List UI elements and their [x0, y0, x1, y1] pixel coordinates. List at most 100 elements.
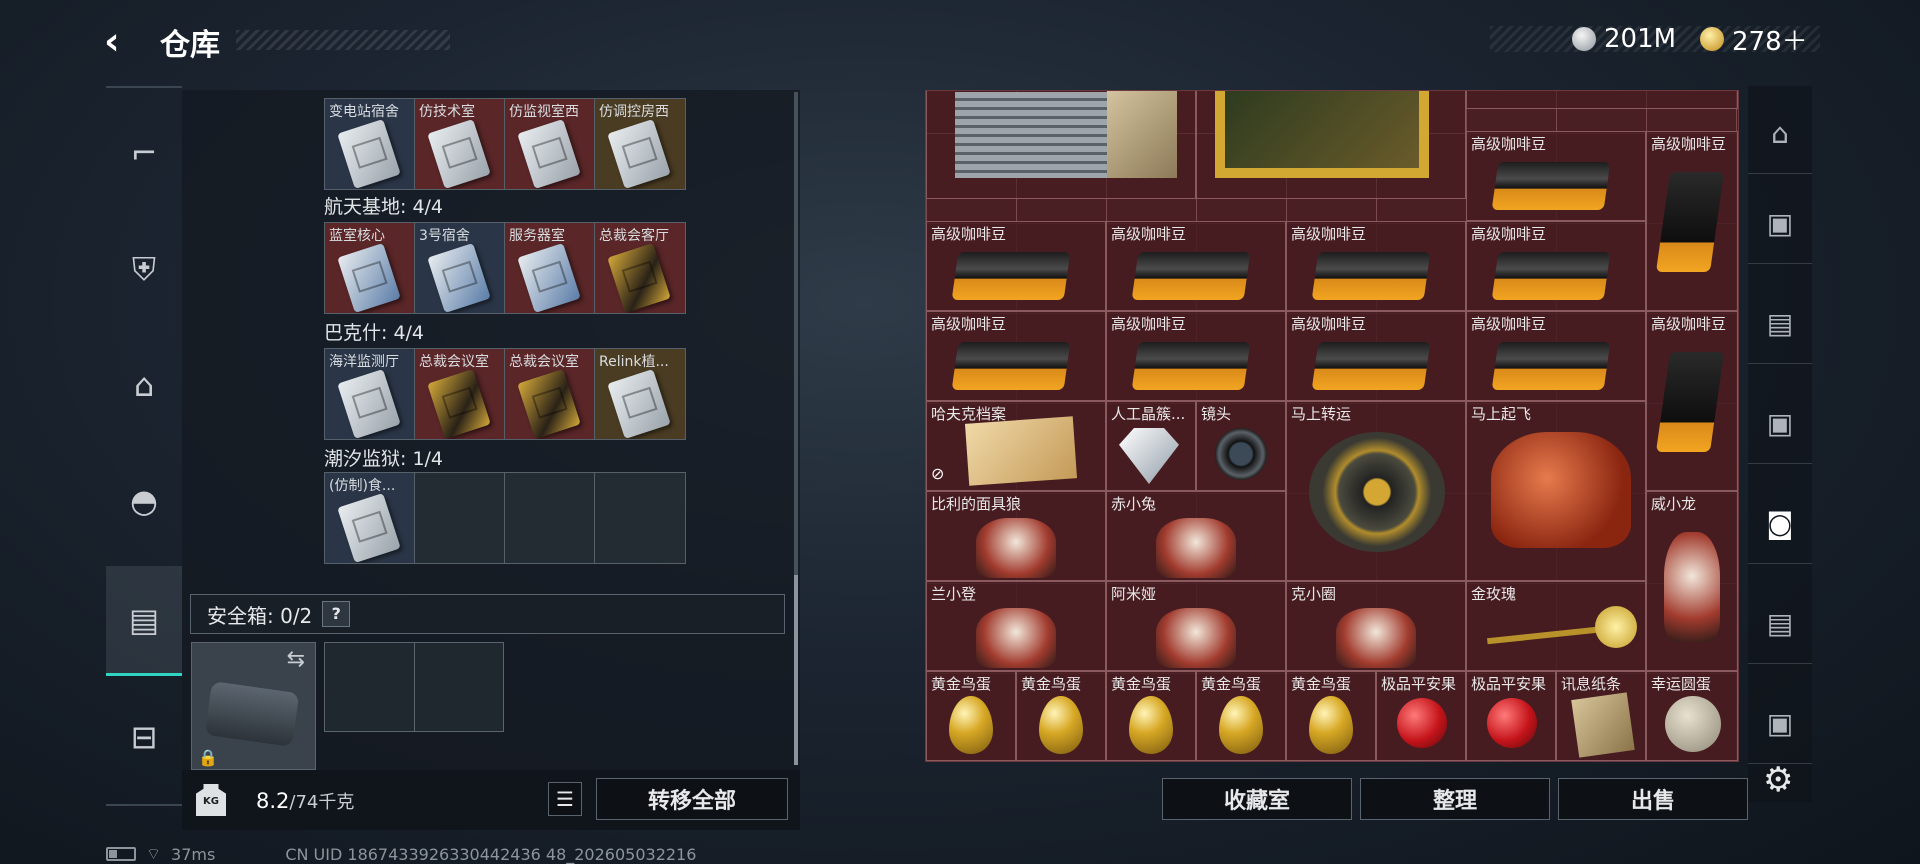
figurine-image: [1156, 608, 1236, 668]
stash-item[interactable]: 威小龙: [1646, 491, 1738, 671]
top-partial-item[interactable]: [1466, 91, 1738, 109]
stash-item[interactable]: 极品平安果: [1466, 671, 1556, 761]
stash-tab-6-icon[interactable]: ▣: [1748, 684, 1812, 764]
stash-item-label: 黄金鸟蛋: [1201, 675, 1262, 693]
settings-gear-icon[interactable]: ⚙: [1763, 760, 1793, 800]
stash-item[interactable]: 马上起飞: [1466, 401, 1646, 581]
stash-item[interactable]: 高级咖啡豆: [1466, 131, 1646, 221]
back-arrow-icon[interactable]: ‹: [104, 22, 120, 60]
stash-item-label: 比利的面具狼: [931, 495, 1022, 513]
nav-helmet[interactable]: ◓: [106, 446, 182, 556]
stash-item[interactable]: 兰小登: [926, 581, 1106, 671]
currency-silver[interactable]: 201M: [1572, 24, 1676, 54]
nav-weapon[interactable]: ⌐: [106, 98, 182, 208]
stash-item[interactable]: 幸运圆蛋: [1646, 671, 1738, 761]
key-card[interactable]: Relink植...: [595, 349, 685, 439]
collection-button[interactable]: 收藏室: [1162, 778, 1352, 820]
stash-item[interactable]: 高级咖啡豆: [1286, 311, 1466, 401]
stash-item-label: 马上转运: [1291, 405, 1352, 423]
safebox-empty-slots[interactable]: [324, 642, 504, 732]
left-scrollbar-thumb[interactable]: [794, 575, 798, 765]
key-card[interactable]: 服务器室: [505, 223, 595, 313]
painting-item[interactable]: [1196, 91, 1466, 199]
swap-icon[interactable]: ⇆: [287, 647, 305, 672]
key-card[interactable]: 仿调控房西: [595, 99, 685, 189]
toolbox-icon: ⊟: [130, 718, 158, 756]
key-card[interactable]: [415, 473, 505, 563]
stash-item[interactable]: 黄金鸟蛋: [1016, 671, 1106, 761]
key-card-label: 蓝室核心: [329, 228, 385, 244]
stash-tab-1-icon[interactable]: ▣: [1748, 184, 1812, 264]
stash-item[interactable]: 高级咖啡豆: [1466, 221, 1646, 311]
weight-readout: 8.2/74千克: [256, 788, 354, 814]
apple-image: [1397, 698, 1447, 748]
stash-item[interactable]: 马上转运: [1286, 401, 1466, 581]
stash-tab-4-icon[interactable]: ◙: [1748, 484, 1812, 564]
stash-tab-2-icon[interactable]: ▤: [1748, 284, 1812, 364]
key-card[interactable]: 蓝室核心: [325, 223, 415, 313]
stash-tab-5-icon[interactable]: ▤: [1748, 584, 1812, 664]
stash-item[interactable]: 黄金鸟蛋: [1106, 671, 1196, 761]
stash-item[interactable]: 高级咖啡豆: [1106, 311, 1286, 401]
key-card[interactable]: 仿监视室西: [505, 99, 595, 189]
stash-item[interactable]: 阿米娅: [1106, 581, 1286, 671]
backpack-icon: ⌂: [133, 366, 155, 404]
stash-item[interactable]: 黄金鸟蛋: [1196, 671, 1286, 761]
stash-item[interactable]: 黄金鸟蛋: [926, 671, 1016, 761]
key-card[interactable]: 总裁会议室: [415, 349, 505, 439]
transfer-all-button[interactable]: 转移全部: [596, 778, 788, 820]
key-card[interactable]: (仿制)食...: [325, 473, 415, 563]
key-card-label: 海洋监测厅: [329, 354, 399, 370]
apple-image: [1487, 698, 1537, 748]
sort-button[interactable]: 整理: [1360, 778, 1550, 820]
crate-item[interactable]: [926, 91, 1196, 199]
key-section-title: 巴克什: 4/4: [324, 322, 425, 344]
currency-gold[interactable]: 278＋: [1700, 24, 1808, 57]
stash-item-label: 黄金鸟蛋: [1021, 675, 1082, 693]
stash-item[interactable]: 高级咖啡豆: [1466, 311, 1646, 401]
stash-item[interactable]: 极品平安果: [1376, 671, 1466, 761]
nav-case[interactable]: ▤: [106, 566, 182, 676]
help-icon[interactable]: ?: [322, 601, 351, 627]
key-card[interactable]: 总裁会议室: [505, 349, 595, 439]
key-card[interactable]: 海洋监测厅: [325, 349, 415, 439]
stash-item[interactable]: 高级咖啡豆: [926, 221, 1106, 311]
keycard-image: [337, 119, 401, 189]
stash-tab-3-icon[interactable]: ▣: [1748, 384, 1812, 464]
stash-item[interactable]: 讯息纸条: [1556, 671, 1646, 761]
stash-item[interactable]: 金玫瑰: [1466, 581, 1646, 671]
stash-item[interactable]: 比利的面具狼: [926, 491, 1106, 581]
stash-item[interactable]: 赤小兔: [1106, 491, 1286, 581]
safebox-item[interactable]: ⇆ 🔒: [191, 642, 316, 770]
stash-item[interactable]: 高级咖啡豆: [1106, 221, 1286, 311]
stash-item[interactable]: 镜头: [1196, 401, 1286, 491]
nav-armor[interactable]: ⛨: [106, 214, 182, 324]
stash-item[interactable]: 高级咖啡豆: [1646, 311, 1738, 491]
nav-toolbox[interactable]: ⊟: [106, 682, 182, 792]
stash-item-label: 镜头: [1201, 405, 1232, 423]
stash-item[interactable]: 高级咖啡豆: [1286, 221, 1466, 311]
stash-item[interactable]: 哈夫克档案 ⊘: [926, 401, 1106, 491]
list-view-button[interactable]: ☰: [548, 782, 582, 816]
stash-item-label: 高级咖啡豆: [1111, 315, 1187, 333]
stash-item[interactable]: 克小圈: [1286, 581, 1466, 671]
key-card[interactable]: 3号宿舍: [415, 223, 505, 313]
stash-item-label: 高级咖啡豆: [1111, 225, 1187, 243]
stash-item-label: 高级咖啡豆: [931, 315, 1007, 333]
note-image: [1571, 692, 1635, 758]
sell-button[interactable]: 出售: [1558, 778, 1748, 820]
key-card[interactable]: 变电站宿舍: [325, 99, 415, 189]
coffee-bag-image: [1655, 172, 1725, 272]
golden-egg-image: [1219, 696, 1263, 754]
stash-item[interactable]: 人工晶簇...: [1106, 401, 1196, 491]
key-card[interactable]: 总裁会客厅: [595, 223, 685, 313]
stash-item[interactable]: 黄金鸟蛋: [1286, 671, 1376, 761]
home-icon[interactable]: ⌂: [1748, 94, 1812, 174]
key-card[interactable]: [595, 473, 685, 563]
stash-item[interactable]: 高级咖啡豆: [1646, 131, 1738, 311]
key-card[interactable]: [505, 473, 595, 563]
nav-backpack[interactable]: ⌂: [106, 330, 182, 440]
key-card[interactable]: 仿技术室: [415, 99, 505, 189]
stash-item[interactable]: 高级咖啡豆: [926, 311, 1106, 401]
golden-egg-image: [1129, 696, 1173, 754]
